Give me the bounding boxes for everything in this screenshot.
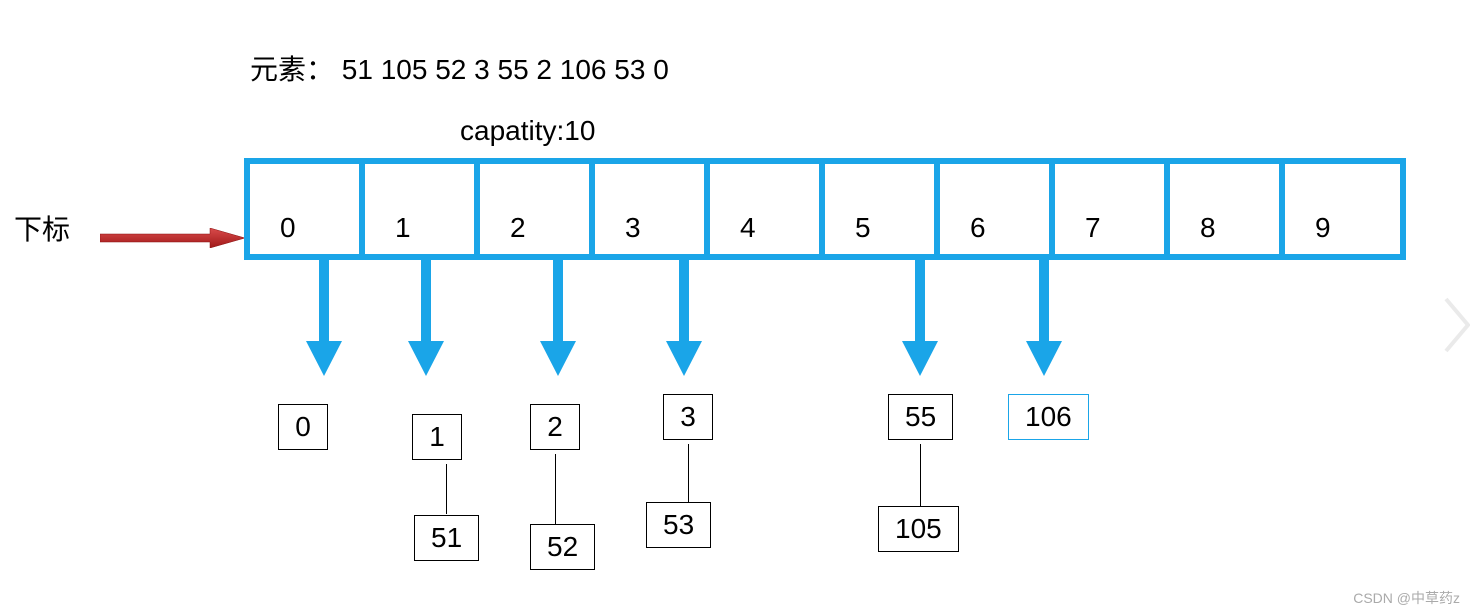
down-arrow-icon — [408, 256, 444, 376]
bucket-index: 5 — [855, 212, 871, 244]
bucket-1: 1 — [365, 164, 480, 254]
bucket-index: 7 — [1085, 212, 1101, 244]
node-box: 53 — [646, 502, 711, 548]
node-box: 52 — [530, 524, 595, 570]
node-box: 106 — [1008, 394, 1089, 440]
bucket-index: 1 — [395, 212, 411, 244]
node-box: 51 — [414, 515, 479, 561]
elements-values: 51 105 52 3 55 2 106 53 0 — [342, 54, 669, 85]
bucket-0: 0 — [250, 164, 365, 254]
link-line — [446, 464, 447, 514]
bucket-index: 4 — [740, 212, 756, 244]
bucket-4: 4 — [710, 164, 825, 254]
node-box: 3 — [663, 394, 713, 440]
bucket-index: 2 — [510, 212, 526, 244]
watermark: CSDN @中草药z — [1353, 588, 1460, 608]
bucket-7: 7 — [1055, 164, 1170, 254]
node-box: 1 — [412, 414, 462, 460]
down-arrow-icon — [306, 256, 342, 376]
link-line — [688, 444, 689, 502]
link-line — [555, 454, 556, 524]
down-arrow-icon — [540, 256, 576, 376]
down-arrow-icon — [902, 256, 938, 376]
bucket-2: 2 — [480, 164, 595, 254]
bucket-9: 9 — [1285, 164, 1400, 254]
capacity-label: capatity:10 — [460, 115, 595, 147]
down-arrow-icon — [1026, 256, 1062, 376]
chevron-right-icon[interactable] — [1442, 295, 1470, 355]
node-box: 2 — [530, 404, 580, 450]
elements-prefix: 元素： — [250, 54, 334, 85]
node-box: 0 — [278, 404, 328, 450]
node-box: 55 — [888, 394, 953, 440]
bucket-array: 0 1 2 3 4 5 6 7 8 9 — [244, 158, 1406, 260]
index-label: 下标 — [14, 208, 70, 248]
bucket-3: 3 — [595, 164, 710, 254]
bucket-index: 8 — [1200, 212, 1216, 244]
bucket-index: 9 — [1315, 212, 1331, 244]
bucket-6: 6 — [940, 164, 1055, 254]
down-arrow-icon — [666, 256, 702, 376]
bucket-index: 3 — [625, 212, 641, 244]
bucket-index: 6 — [970, 212, 986, 244]
node-box: 105 — [878, 506, 959, 552]
bucket-5: 5 — [825, 164, 940, 254]
bucket-8: 8 — [1170, 164, 1285, 254]
bucket-index: 0 — [280, 212, 296, 244]
link-line — [920, 444, 921, 506]
elements-label: 元素： 51 105 52 3 55 2 106 53 0 — [250, 48, 669, 88]
index-arrow-icon — [100, 228, 245, 248]
